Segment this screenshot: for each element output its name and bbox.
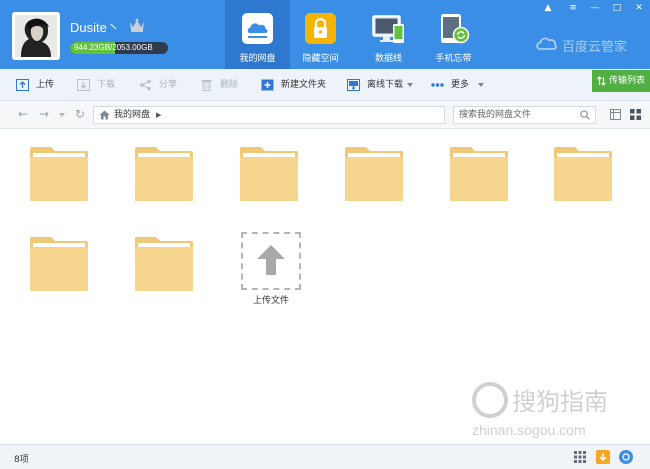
- new-folder-icon: [261, 79, 274, 91]
- menu-icon[interactable]: ≡: [566, 2, 580, 14]
- upload-icon: [16, 79, 29, 91]
- sogou-watermark: 搜狗指南 zhinan.sogou.com: [466, 378, 636, 440]
- storage-quota-bar: 944.23GB/2053.00GB: [70, 42, 168, 54]
- search-input[interactable]: [454, 107, 572, 123]
- more-dropdown-icon[interactable]: [478, 83, 484, 87]
- transfer-arrows-icon: [597, 76, 606, 86]
- folder-icon: [135, 147, 193, 201]
- tab-label: 数据线: [374, 54, 402, 64]
- status-bar: 8项: [0, 444, 650, 469]
- upload-file-tile[interactable]: 上传文件: [240, 230, 302, 310]
- avatar[interactable]: [12, 12, 60, 60]
- share-icon: [140, 79, 151, 91]
- download-manager-icon[interactable]: [596, 450, 610, 464]
- minimize-icon[interactable]: —: [588, 2, 602, 14]
- folder-item[interactable]: [239, 146, 299, 202]
- home-icon[interactable]: [99, 110, 110, 120]
- folder-item[interactable]: [29, 236, 89, 292]
- tab-label: 隐藏空间: [302, 54, 339, 64]
- watermark-text: 搜狗指南: [512, 388, 608, 416]
- apps-grid-icon[interactable]: [573, 450, 587, 464]
- folder-icon: [240, 147, 298, 201]
- sogou-logo-icon: [472, 382, 508, 418]
- tab-my-disk[interactable]: 我的网盘: [225, 0, 290, 69]
- back-icon[interactable]: ←: [16, 107, 30, 121]
- transfer-list-label: 传输列表: [609, 76, 646, 86]
- folder-item[interactable]: [134, 146, 194, 202]
- avatar-image: [15, 15, 57, 57]
- maximize-icon[interactable]: □: [610, 2, 624, 14]
- search-icon[interactable]: [580, 110, 590, 120]
- watermark-url: zhinan.sogou.com: [472, 422, 586, 438]
- offline-download-dropdown-icon[interactable]: [407, 83, 413, 87]
- more-dots-icon: [431, 83, 444, 87]
- username[interactable]: Dusite丶: [70, 17, 120, 36]
- folder-item[interactable]: [134, 236, 194, 292]
- history-dropdown-icon[interactable]: [59, 113, 65, 117]
- folder-item[interactable]: [344, 146, 404, 202]
- monitor-phone-icon: [372, 15, 404, 43]
- upload-file-label: 上传文件: [252, 296, 289, 306]
- upload-arrow-icon: [257, 245, 285, 275]
- file-grid: 上传文件 搜狗指南 zhinan.sogou.com: [0, 130, 650, 444]
- tab-label: 我的网盘: [239, 54, 276, 64]
- breadcrumb-root[interactable]: 我的网盘: [114, 107, 150, 123]
- refresh-icon[interactable]: ↻: [73, 107, 87, 121]
- tab-label: 手机忘带: [435, 54, 472, 64]
- quota-total: /2053.00GB: [110, 43, 153, 52]
- folder-icon: [554, 147, 612, 201]
- grid-view-icon[interactable]: [630, 109, 641, 120]
- forward-icon[interactable]: →: [37, 107, 51, 121]
- toolbar: 上传 下载 分享 删除 新建文件夹 离线下载 更多: [0, 69, 650, 101]
- folder-item[interactable]: [553, 146, 613, 202]
- trash-icon: [201, 80, 212, 91]
- folder-icon: [30, 147, 88, 201]
- folder-icon: [30, 237, 88, 291]
- folder-icon: [345, 147, 403, 201]
- baidu-cloud-logo-icon: [536, 37, 557, 50]
- download-icon: [77, 79, 90, 91]
- list-view-icon[interactable]: [610, 109, 621, 120]
- transfer-list-button[interactable]: 传输列表: [592, 70, 650, 92]
- tab-data-cable[interactable]: 数据线: [356, 0, 421, 69]
- cloud-disk-icon: [242, 13, 273, 44]
- item-count: 8项: [14, 455, 29, 465]
- folder-item[interactable]: [449, 146, 509, 202]
- tab-hidden-space[interactable]: 隐藏空间: [288, 0, 353, 69]
- search-box[interactable]: [453, 106, 596, 124]
- folder-icon: [135, 237, 193, 291]
- tab-phone-forgot[interactable]: 手机忘带: [421, 0, 486, 69]
- breadcrumb-chevron-icon[interactable]: ▶: [156, 107, 161, 123]
- vip-crown-icon[interactable]: [128, 17, 146, 33]
- offline-download-icon: [347, 79, 360, 91]
- folder-icon: [450, 147, 508, 201]
- breadcrumb[interactable]: 我的网盘 ▶: [93, 106, 445, 124]
- baidu-service-icon[interactable]: [619, 450, 633, 464]
- folder-item[interactable]: [29, 146, 89, 202]
- notification-icon[interactable]: ▲: [541, 2, 555, 14]
- phone-sync-icon: [441, 14, 470, 44]
- lock-icon: [305, 13, 336, 44]
- brand-name: 百度云管家: [562, 40, 628, 55]
- close-icon[interactable]: ✕: [632, 2, 646, 14]
- address-bar: ← → ↻ 我的网盘 ▶: [0, 101, 650, 129]
- app-header: Dusite丶 944.23GB/2053.00GB 我的网盘 隐藏空间 数据线…: [0, 0, 650, 69]
- quota-used: 944.23GB: [74, 43, 111, 52]
